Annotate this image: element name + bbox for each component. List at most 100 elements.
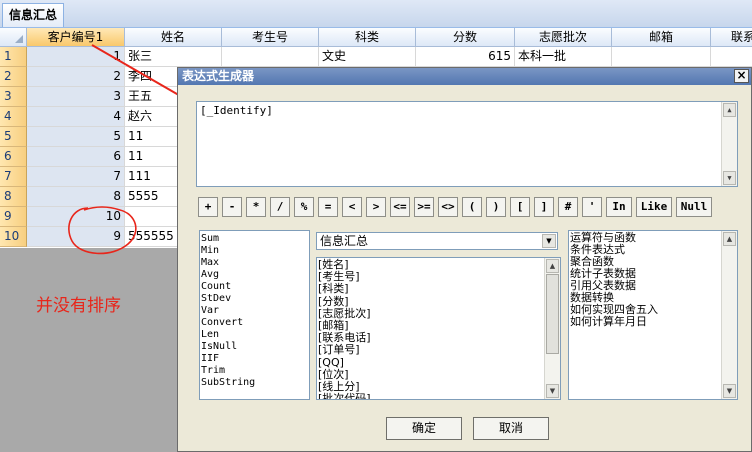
operator-button[interactable]: ' [582,197,602,217]
scroll-down-icon[interactable]: ▼ [723,384,736,398]
expression-builder-dialog: 表达式生成器 × [_Identify] ▲ ▼ + - * /% = < > <= >= <>(… [177,67,752,452]
scroll-up-icon[interactable]: ▲ [723,103,736,117]
scroll-down-icon[interactable]: ▼ [723,171,736,185]
function-item[interactable]: Convert [200,317,309,329]
operator-button[interactable]: # [558,197,578,217]
field-item[interactable]: [订单号] [317,344,560,356]
operator-button[interactable]: Null [676,197,712,217]
column-header-customer-id[interactable]: 客户编号1 [27,28,125,47]
function-item[interactable]: Trim [200,365,309,377]
column-header-subject[interactable]: 科类 [319,28,416,47]
function-item[interactable]: Var [200,305,309,317]
help-topic-list[interactable]: 运算符与函数 条件表达式 聚合函数 统计子表数据 引用父表数据 数据转换 如何实现四舍五入如… [568,230,738,400]
operator-button[interactable]: ] [534,197,554,217]
operator-button[interactable]: ( [462,197,482,217]
function-item[interactable]: StDev [200,293,309,305]
function-item[interactable]: Sum [200,233,309,245]
function-item[interactable]: IIF [200,353,309,365]
cell-customer-id[interactable]: 8 [27,187,125,207]
column-header-exam-no[interactable]: 考生号 [222,28,319,47]
cell-customer-id[interactable]: 3 [27,87,125,107]
operator-button[interactable]: - [222,197,242,217]
ok-button[interactable]: 确定 [386,417,462,440]
row-number[interactable]: 9 [0,207,27,227]
field-list-scrollbar[interactable]: ▲ ▼ [544,258,560,399]
scroll-up-icon[interactable]: ▲ [723,232,736,246]
function-item[interactable]: SubString [200,377,309,389]
row-number[interactable]: 4 [0,107,27,127]
operator-button[interactable]: <= [390,197,410,217]
row-number[interactable]: 2 [0,67,27,87]
cell-batch[interactable]: 本科一批 [515,47,612,67]
expression-editor[interactable]: [_Identify] ▲ ▼ [196,101,738,187]
operator-button[interactable]: * [246,197,266,217]
field-item[interactable]: [科类] [317,283,560,295]
cell-customer-id[interactable]: 4 [27,107,125,127]
row-number[interactable]: 10 [0,227,27,247]
operator-button[interactable]: % [294,197,314,217]
operator-button[interactable]: + [198,197,218,217]
operator-button[interactable]: < [342,197,362,217]
operator-button[interactable]: In [606,197,632,217]
column-header-email[interactable]: 邮箱 [612,28,711,47]
cell-exam-no[interactable] [222,47,319,67]
scroll-up-icon[interactable]: ▲ [546,259,559,273]
field-item[interactable]: [分数] [317,295,560,308]
function-item[interactable]: Min [200,245,309,257]
cell-customer-id[interactable]: 1 [27,47,125,67]
row-number[interactable]: 8 [0,187,27,207]
operator-button[interactable]: [ [510,197,530,217]
row-number[interactable]: 1 [0,47,27,67]
column-header-name[interactable]: 姓名 [125,28,222,47]
field-item[interactable]: [QQ] [317,356,560,369]
operator-button[interactable]: / [270,197,290,217]
function-item[interactable]: IsNull [200,341,309,353]
cell-customer-id[interactable]: 7 [27,167,125,187]
scroll-down-icon[interactable]: ▼ [546,384,559,398]
cell-customer-id[interactable]: 10 [27,207,125,227]
tab-info-summary[interactable]: 信息汇总 [2,3,65,27]
row-number[interactable]: 5 [0,127,27,147]
cell-customer-id[interactable]: 6 [27,147,125,167]
close-icon[interactable]: × [734,69,749,83]
operator-button[interactable]: ) [486,197,506,217]
field-item[interactable]: [志愿批次] [317,307,560,320]
cell-email[interactable] [612,47,711,67]
cell-customer-id[interactable]: 2 [27,67,125,87]
field-item[interactable]: [考生号] [317,270,560,283]
scroll-thumb[interactable] [546,274,559,354]
function-item[interactable]: Count [200,281,309,293]
operator-button[interactable]: Like [636,197,672,217]
cell-name[interactable]: 张三 [125,47,222,67]
cell-score[interactable]: 615 [416,47,515,67]
field-list[interactable]: [姓名] [考生号] [科类] [分数] [志愿批次] [邮箱] [联系电话] [订单号] [Q… [316,257,561,400]
help-topic-item[interactable]: 如何计算年月日 [569,316,737,328]
column-header-batch[interactable]: 志愿批次 [515,28,612,47]
function-item[interactable]: Avg [200,269,309,281]
field-item[interactable]: [批次代码] [317,393,560,399]
function-list[interactable]: Sum Min Max Avg Count StDev Var Convert Len IsNul… [199,230,310,400]
cell-contact[interactable] [711,47,752,67]
cell-subject[interactable]: 文史 [319,47,416,67]
operator-button[interactable]: = [318,197,338,217]
column-header-contact[interactable]: 联系 [711,28,752,47]
cell-customer-id[interactable]: 5 [27,127,125,147]
function-item[interactable]: Len [200,329,309,341]
column-header-score[interactable]: 分数 [416,28,515,47]
chevron-down-icon[interactable]: ▼ [542,234,556,248]
row-number[interactable]: 6 [0,147,27,167]
table-select[interactable]: 信息汇总 ▼ [316,232,558,250]
function-item[interactable]: Max [200,257,309,269]
help-list-scrollbar[interactable]: ▲ ▼ [721,231,737,399]
operator-button[interactable]: > [366,197,386,217]
dialog-title-bar[interactable]: 表达式生成器 × [178,68,751,85]
operator-button[interactable]: <> [438,197,458,217]
cancel-button[interactable]: 取消 [473,417,549,440]
grid-corner[interactable] [0,28,27,47]
expression-scrollbar[interactable]: ▲ ▼ [721,102,737,186]
annotation-not-sorted: 并没有排序 [36,296,121,316]
operator-button[interactable]: >= [414,197,434,217]
row-number[interactable]: 3 [0,87,27,107]
row-number[interactable]: 7 [0,167,27,187]
cell-customer-id[interactable]: 9 [27,227,125,247]
